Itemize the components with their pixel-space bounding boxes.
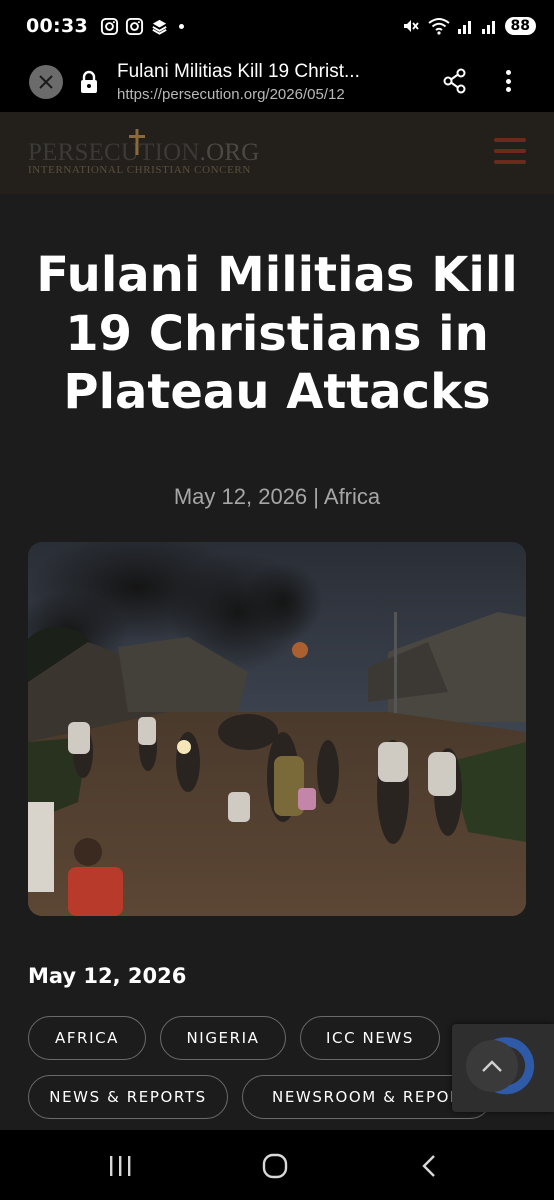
home-icon[interactable] xyxy=(261,1152,289,1180)
app-notification-icon xyxy=(152,19,167,35)
signal-icon xyxy=(481,21,495,34)
system-nav-bar xyxy=(0,1130,554,1200)
tag-icc-news[interactable]: ICC NEWS xyxy=(300,1016,440,1060)
address-bar[interactable]: Fulani Militias Kill 19 Christ... https:… xyxy=(117,61,417,103)
tag-africa[interactable]: AFRICA xyxy=(28,1016,146,1060)
signal-icon xyxy=(457,21,471,34)
instagram-icon xyxy=(125,17,144,35)
notification-icons xyxy=(100,17,184,36)
more-notifications-dot xyxy=(178,23,184,29)
close-tab-button[interactable] xyxy=(29,65,63,99)
hero-photo xyxy=(28,542,526,916)
page-title: Fulani Militias Kill 19 Christ... xyxy=(117,61,360,82)
logo-cross-icon xyxy=(129,129,145,155)
wifi-icon xyxy=(427,18,450,35)
back-icon[interactable] xyxy=(416,1152,444,1180)
instagram-icon xyxy=(100,17,119,35)
system-icons: 88 xyxy=(401,16,536,36)
logo-name: PERSECUTION xyxy=(28,139,200,166)
article-title: Fulani Militias Kill 19 Christians in Pl… xyxy=(36,247,518,421)
logo-domain: .ORG xyxy=(199,139,260,166)
status-time: 00:33 xyxy=(26,15,88,37)
site-header: PERSECUTION.ORG INTERNATIONAL CHRISTIAN … xyxy=(0,112,554,194)
share-icon[interactable] xyxy=(440,66,470,96)
mute-icon xyxy=(403,20,419,32)
browser-toolbar: Fulani Militias Kill 19 Christ... https:… xyxy=(0,52,554,112)
chevron-up-icon xyxy=(482,1060,502,1072)
url-text: https://persecution.org/2026/05/12 xyxy=(117,86,345,103)
battery-level: 88 xyxy=(504,17,536,35)
tag-nigeria[interactable]: NIGERIA xyxy=(160,1016,286,1060)
recent-apps-icon[interactable] xyxy=(106,1152,134,1180)
close-icon xyxy=(39,75,53,89)
menu-icon[interactable] xyxy=(494,138,526,164)
article-meta: May 12, 2026 | Africa xyxy=(173,484,381,509)
lock-icon[interactable] xyxy=(79,70,99,94)
scroll-to-top-button[interactable] xyxy=(466,1040,518,1092)
more-options-icon[interactable] xyxy=(496,66,520,96)
article-date: May 12, 2026 xyxy=(28,964,187,988)
logo-tagline: INTERNATIONAL CHRISTIAN CONCERN xyxy=(28,164,251,176)
tag-news-reports[interactable]: NEWS & REPORTS xyxy=(28,1075,228,1119)
status-bar: 00:33 88 xyxy=(0,0,554,52)
article-hero-image xyxy=(28,542,526,916)
